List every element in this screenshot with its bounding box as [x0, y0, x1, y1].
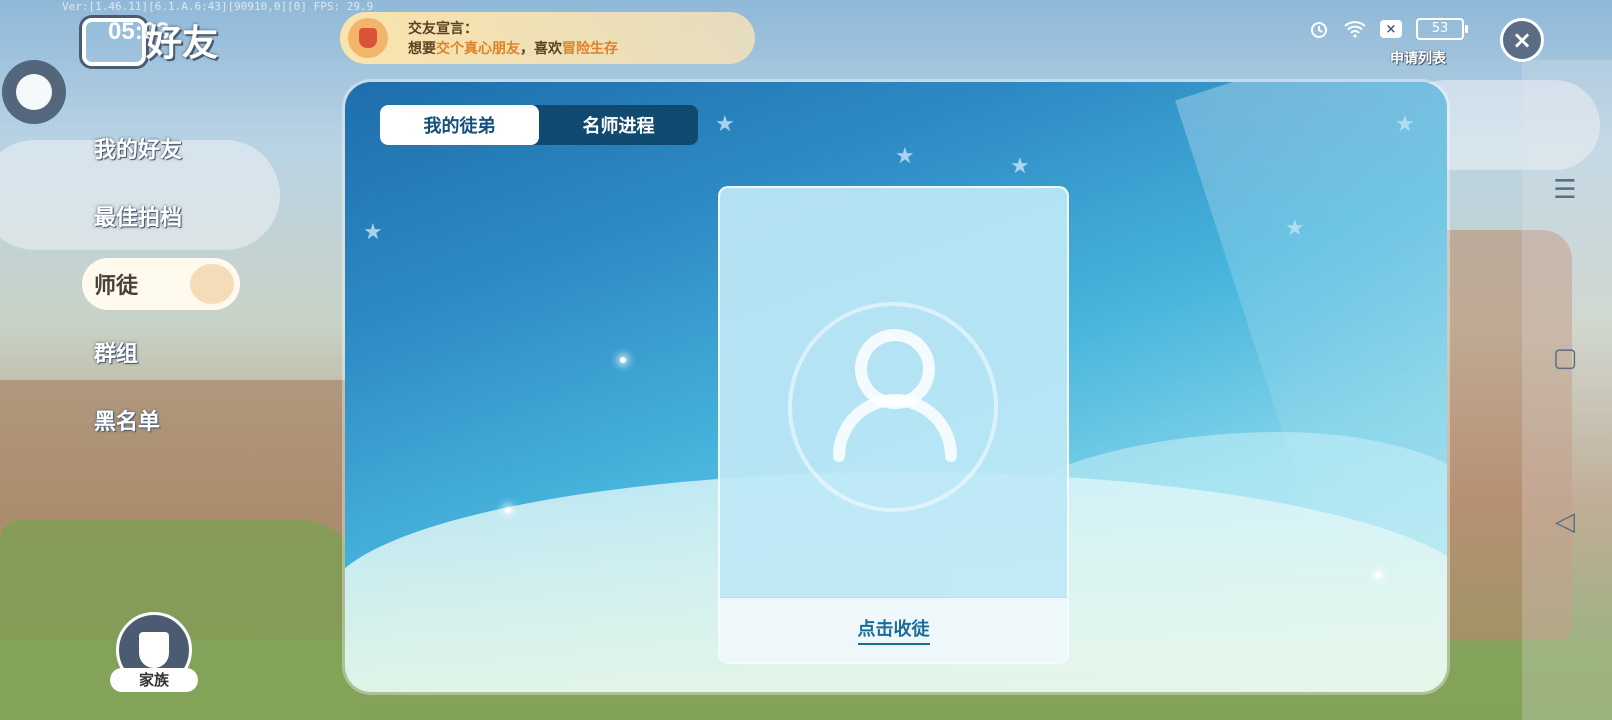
recruit-apprentice-card[interactable]: 点击收徒 [718, 186, 1069, 664]
recruit-apprentice-link[interactable]: 点击收徒 [857, 615, 930, 645]
tab-bar: 我的徒弟 名师进程 [380, 105, 698, 145]
mentorship-panel: ★ ★ ★ ★ ★ ★ 我的徒弟 名师进程 点击收徒 [345, 82, 1447, 692]
debug-info: Ver:[1.46.11][6.1.A.6:43][90910,0][0] FP… [62, 0, 374, 13]
sidebar-item-best-partner[interactable]: 最佳拍档 [82, 190, 240, 242]
apply-list-button[interactable]: 申请列表 [1390, 48, 1446, 68]
sidebar-nav: 我的好友 最佳拍档 师徒 群组 黑名单 [82, 122, 240, 462]
family-label: 家族 [110, 668, 198, 692]
star-icon: ★ [895, 144, 915, 169]
back-triangle-icon[interactable]: ◁ [1550, 507, 1580, 537]
sparkle-decoration [620, 357, 626, 363]
close-button[interactable]: × [1500, 18, 1544, 62]
star-icon: ★ [1010, 154, 1030, 179]
friend-declaration-banner[interactable]: 交友宣言： 想要交个真心朋友，喜欢冒险生存 [340, 12, 755, 64]
sidebar-item-my-friends[interactable]: 我的好友 [82, 122, 240, 174]
declaration-icon [348, 18, 388, 58]
home-square-icon[interactable]: ▢ [1550, 343, 1580, 373]
sparkle-decoration [505, 507, 511, 513]
sidebar-item-blacklist[interactable]: 黑名单 [82, 394, 240, 446]
star-icon: ★ [715, 112, 735, 137]
star-icon: ★ [363, 220, 383, 245]
tab-my-apprentices[interactable]: 我的徒弟 [380, 105, 539, 145]
alarm-icon [1308, 18, 1330, 40]
sidebar-item-mentorship[interactable]: 师徒 [82, 258, 240, 310]
mascot-icon [190, 264, 234, 304]
android-nav-bar: ☰ ▢ ◁ [1522, 60, 1612, 720]
menu-icon[interactable]: ☰ [1550, 175, 1580, 205]
sidebar-item-label: 师徒 [94, 274, 139, 299]
user-placeholder-icon [833, 329, 957, 462]
declaration-title: 交友宣言： [408, 21, 478, 37]
sidebar-item-groups[interactable]: 群组 [82, 326, 240, 378]
battery-indicator: 53 [1416, 18, 1468, 40]
wifi-icon [1344, 18, 1366, 40]
declaration-text: 想要交个真心朋友，喜欢冒险生存 [408, 41, 618, 57]
page-title: 好友 [146, 22, 219, 63]
recruit-action-bar: 点击收徒 [720, 597, 1067, 662]
status-bar: × 53 [1308, 18, 1468, 40]
star-icon: ★ [1285, 216, 1305, 241]
star-icon: ★ [1395, 112, 1415, 137]
tab-master-progress[interactable]: 名师进程 [539, 105, 698, 145]
family-button[interactable]: 家族 [110, 612, 200, 708]
sim-x-icon: × [1380, 20, 1402, 38]
floating-ball-button[interactable] [2, 60, 66, 124]
sparkle-decoration [1375, 572, 1381, 578]
